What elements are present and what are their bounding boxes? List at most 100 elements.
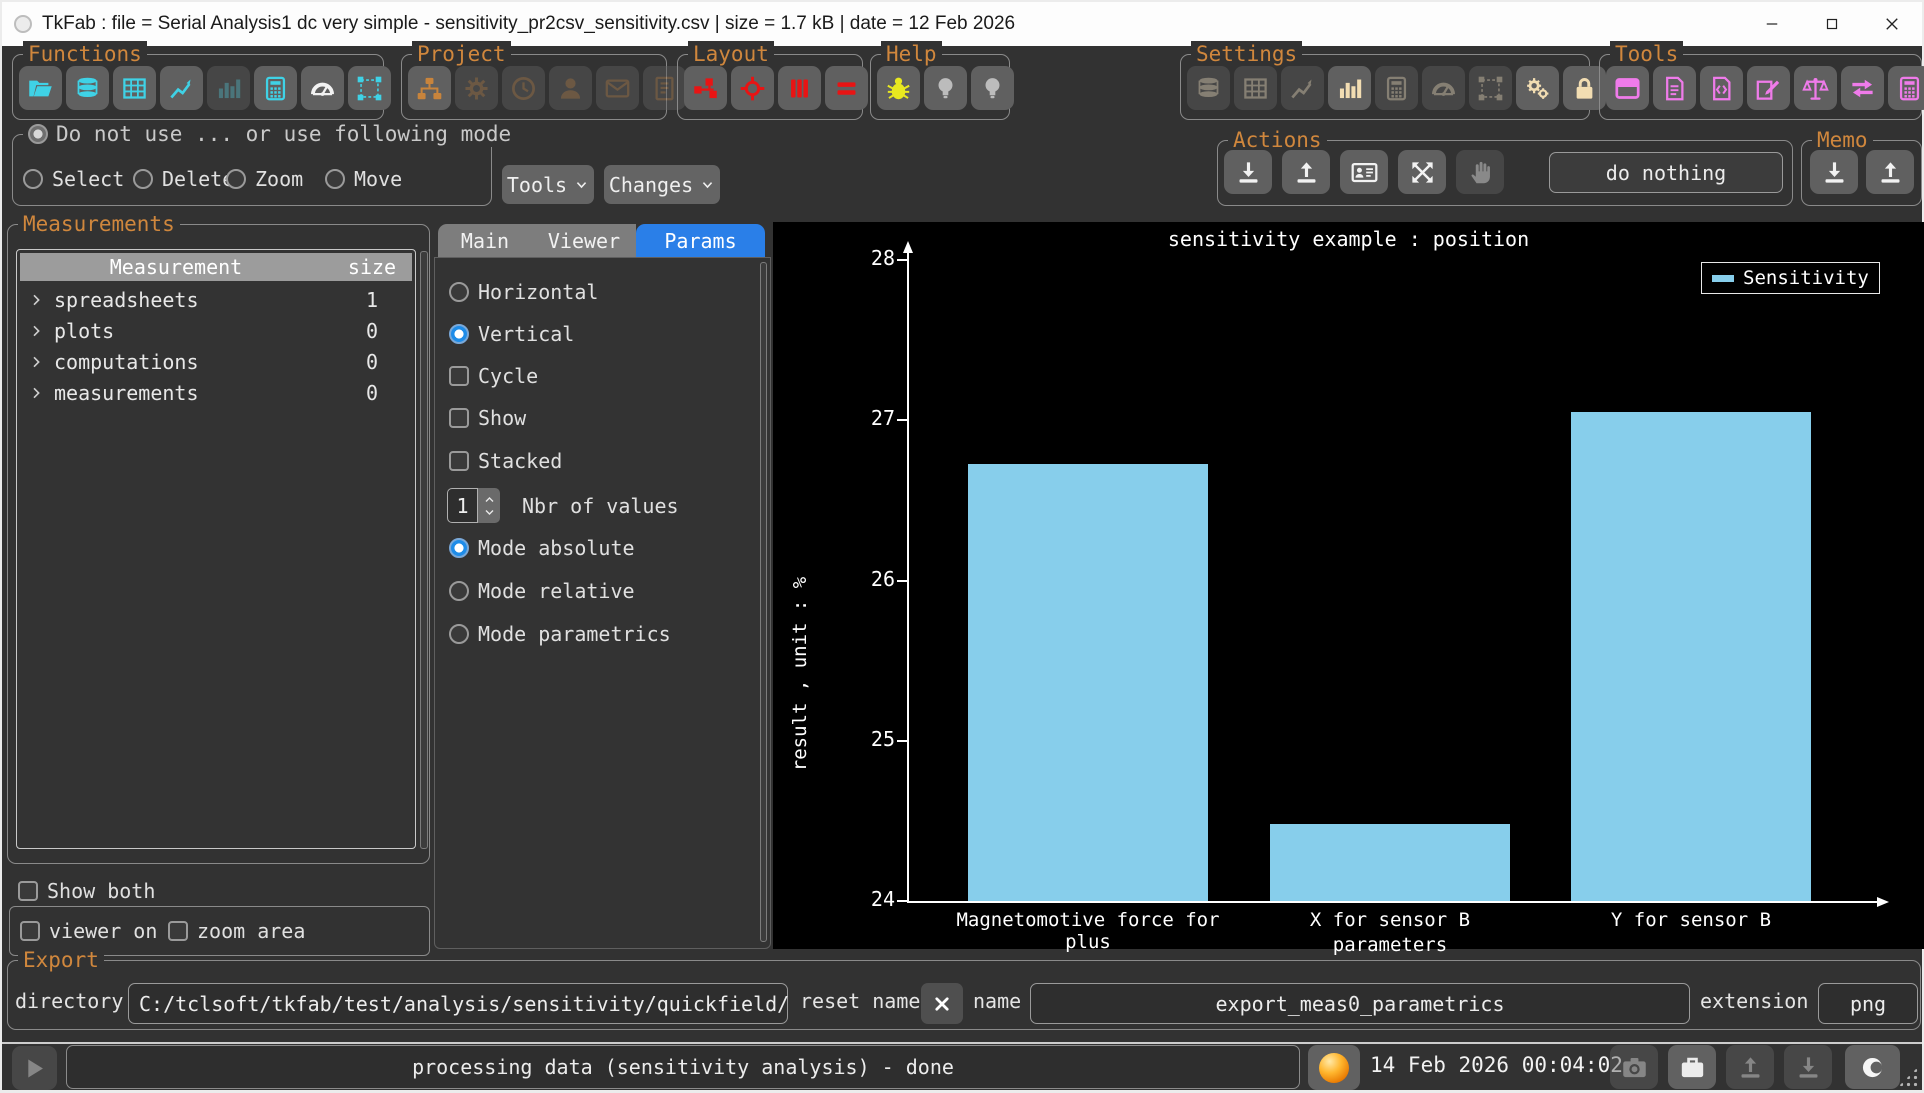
mail-button[interactable] [596, 66, 639, 110]
show-checkbox[interactable] [449, 408, 469, 428]
do-nothing-field[interactable]: do nothing [1549, 152, 1783, 193]
spin-down-icon[interactable] [483, 506, 496, 518]
cycle-option[interactable]: Cycle [449, 364, 538, 388]
memo-download-button[interactable] [1810, 150, 1858, 194]
vertical-radio[interactable] [449, 324, 469, 344]
briefcase-button[interactable] [1668, 1045, 1716, 1089]
show-both-option[interactable]: Show both [18, 879, 155, 903]
close-button[interactable] [1862, 2, 1922, 45]
document-code-button[interactable] [1700, 66, 1743, 110]
mode-relative-option[interactable]: Mode relative [449, 579, 635, 603]
bug-button[interactable] [877, 66, 920, 110]
zoom-area-checkbox[interactable] [168, 921, 188, 941]
tab-main[interactable]: Main [438, 224, 532, 257]
play-button[interactable] [12, 1046, 57, 1090]
gear-button[interactable] [455, 66, 498, 110]
org-tree-button[interactable] [408, 66, 451, 110]
statusbar-upload-button[interactable] [1726, 1045, 1774, 1089]
download-action-button[interactable] [1224, 150, 1272, 194]
do-not-use-radio[interactable] [28, 124, 48, 144]
calculator-button[interactable] [1375, 66, 1418, 110]
gauge-button[interactable] [1422, 66, 1465, 110]
toggle-button[interactable] [1845, 1045, 1900, 1089]
database-button[interactable] [66, 66, 109, 110]
chevron-right-icon[interactable] [28, 385, 44, 401]
changes-menu-button[interactable]: Changes [604, 165, 720, 204]
directory-input[interactable]: C:/tclsoft/tkfab/test/analysis/sensitivi… [128, 983, 788, 1024]
status-ball-button[interactable] [1308, 1045, 1360, 1090]
cycle-checkbox[interactable] [449, 366, 469, 386]
select-region-button[interactable] [348, 66, 391, 110]
table-button[interactable] [1234, 66, 1277, 110]
resize-grip[interactable] [1897, 1066, 1919, 1088]
mode-absolute-radio[interactable] [449, 538, 469, 558]
move-radio[interactable] [325, 169, 345, 189]
spin-up-icon[interactable] [483, 494, 496, 506]
horizontal-option[interactable]: Horizontal [449, 280, 598, 304]
minimize-button[interactable] [1742, 2, 1802, 45]
measurements-scrollbar[interactable] [420, 251, 428, 849]
mode-relative-radio[interactable] [449, 581, 469, 601]
nbr-of-values-value[interactable]: 1 [447, 488, 478, 523]
vertical-option[interactable]: Vertical [449, 322, 574, 346]
user-button[interactable] [549, 66, 592, 110]
bulb-button[interactable] [924, 66, 967, 110]
quantity-stepper[interactable] [478, 488, 500, 523]
database-button[interactable] [1187, 66, 1230, 110]
layout-tree-button[interactable] [684, 66, 727, 110]
clock-button[interactable] [502, 66, 545, 110]
bulb-button[interactable] [971, 66, 1014, 110]
mode-absolute-option[interactable]: Mode absolute [449, 536, 635, 560]
delete-radio[interactable] [133, 169, 153, 189]
memo-upload-button[interactable] [1866, 150, 1914, 194]
chevron-right-icon[interactable] [28, 323, 44, 339]
camera-button[interactable] [1610, 1045, 1658, 1089]
viewer-on-checkbox[interactable] [20, 921, 40, 941]
maximize-button[interactable] [1802, 2, 1862, 45]
table-button[interactable] [113, 66, 156, 110]
hand-action-button[interactable] [1456, 150, 1504, 194]
name-input[interactable]: export_meas0_parametrics [1030, 983, 1690, 1024]
show-both-checkbox[interactable] [18, 881, 38, 901]
tree-row-measurements[interactable]: measurements 0 [20, 377, 412, 408]
zoom-area-option[interactable]: zoom area [168, 919, 305, 943]
zoom-radio[interactable] [226, 169, 246, 189]
window-button[interactable] [1606, 66, 1649, 110]
extension-input[interactable]: png [1818, 983, 1918, 1024]
reset-name-button[interactable] [921, 983, 963, 1024]
delete-mode-option[interactable]: Delete [133, 167, 234, 191]
gears-button[interactable] [1516, 66, 1559, 110]
mode-parametrics-option[interactable]: Mode parametrics [449, 622, 671, 646]
document-button[interactable] [1653, 66, 1696, 110]
viewer-on-option[interactable]: viewer on [20, 919, 157, 943]
select-region-button[interactable] [1469, 66, 1512, 110]
stacked-checkbox[interactable] [449, 451, 469, 471]
line-chart-button[interactable] [1281, 66, 1324, 110]
calculator-button[interactable] [1888, 66, 1924, 110]
stacked-option[interactable]: Stacked [449, 449, 562, 473]
edit-button[interactable] [1747, 66, 1790, 110]
chevron-right-icon[interactable] [28, 354, 44, 370]
show-option[interactable]: Show [449, 406, 526, 430]
scales-button[interactable] [1794, 66, 1837, 110]
tools-menu-button[interactable]: Tools [502, 165, 594, 204]
id-card-action-button[interactable] [1340, 150, 1388, 194]
calculator-button[interactable] [254, 66, 297, 110]
vertical-bars-button[interactable] [778, 66, 821, 110]
mode-parametrics-radio[interactable] [449, 624, 469, 644]
bar-chart-button[interactable] [207, 66, 250, 110]
params-scrollbar[interactable] [760, 262, 767, 942]
tree-row-spreadsheets[interactable]: spreadsheets 1 [20, 284, 412, 315]
tab-viewer[interactable]: Viewer [532, 224, 636, 257]
open-folder-button[interactable] [19, 66, 62, 110]
horizontal-radio[interactable] [449, 282, 469, 302]
select-mode-option[interactable]: Select [23, 167, 124, 191]
bar-chart-button[interactable] [1328, 66, 1371, 110]
expand-action-button[interactable] [1398, 150, 1446, 194]
chevron-right-icon[interactable] [28, 292, 44, 308]
statusbar-download-button[interactable] [1784, 1045, 1832, 1089]
zoom-mode-option[interactable]: Zoom [226, 167, 303, 191]
target-button[interactable] [731, 66, 774, 110]
tree-row-computations[interactable]: computations 0 [20, 346, 412, 377]
swap-arrows-button[interactable] [1841, 66, 1884, 110]
